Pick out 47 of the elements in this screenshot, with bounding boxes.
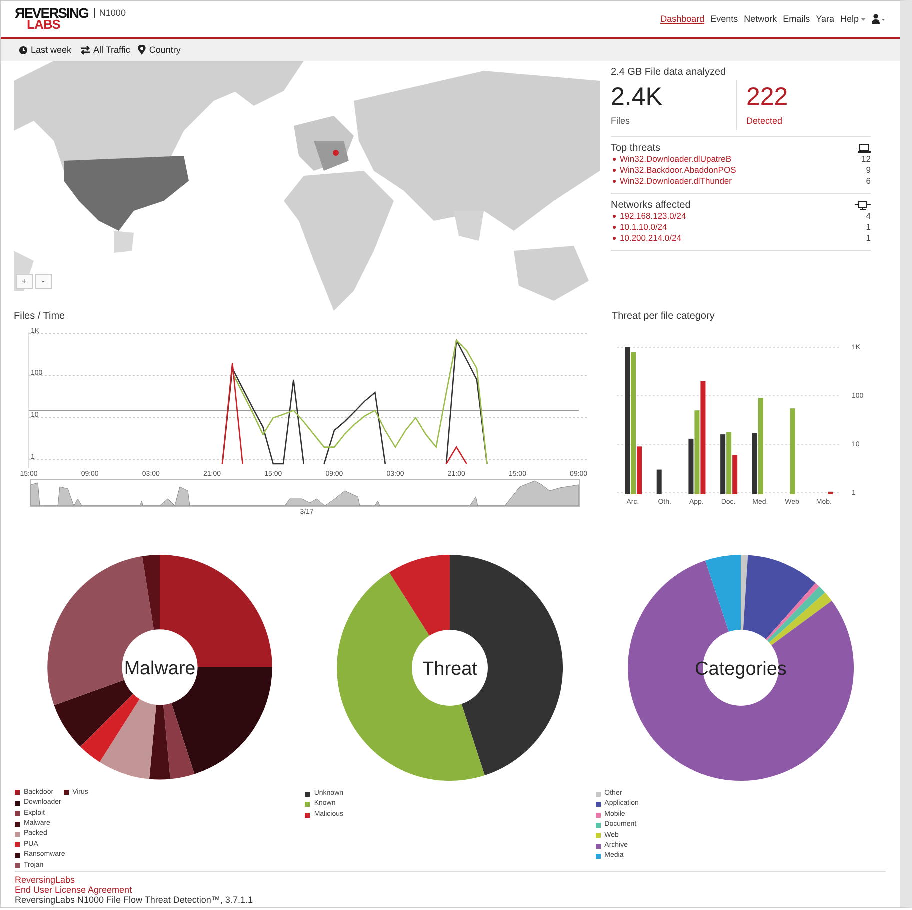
- product-name: N1000: [94, 8, 126, 18]
- filter-button[interactable]: Last week: [19, 45, 72, 55]
- footer-text: ReversingLabs N1000 File Flow Threat Detection™, 3.7.1.1: [15, 895, 254, 905]
- count: 1: [866, 233, 871, 244]
- clock-icon: [19, 46, 28, 54]
- count: 4: [866, 211, 871, 222]
- nav-link[interactable]: Yara: [816, 14, 834, 24]
- filter-button[interactable]: All Traffic: [80, 45, 130, 55]
- detected-label: Detected: [746, 116, 784, 126]
- nav-link[interactable]: Emails: [783, 14, 810, 24]
- list-link[interactable]: Win32.Backdoor.AbaddonPOS: [611, 165, 736, 176]
- list-link[interactable]: 10.1.10.0/24: [611, 222, 668, 233]
- zoom-in-button[interactable]: +: [16, 274, 33, 289]
- list-link[interactable]: 10.200.214.0/24: [611, 233, 682, 244]
- detected-count: 222: [746, 82, 790, 112]
- list-link[interactable]: Win32.Downloader.dlUpatreB: [611, 154, 732, 165]
- pie-label: Threat: [422, 659, 478, 680]
- footer-link[interactable]: End User License Agreement: [15, 885, 886, 895]
- laptop-icon: [858, 144, 871, 153]
- count: 1: [866, 222, 871, 233]
- summary-title: 2.4 GB File data analyzed: [611, 67, 728, 78]
- swap-arrows-icon: [80, 46, 91, 54]
- logo: ЯEVERSING LABS: [15, 8, 88, 30]
- section-title: Networks affected: [611, 200, 691, 211]
- list-link[interactable]: 192.168.123.0/24: [611, 211, 686, 222]
- location-pin-icon: [138, 45, 146, 55]
- nav-link[interactable]: Network: [744, 14, 778, 24]
- filter-button[interactable]: Country: [138, 45, 181, 55]
- count: 6: [866, 176, 871, 187]
- network-icon: [855, 201, 871, 210]
- user-menu-button[interactable]: [872, 14, 886, 24]
- chart-title: Files / Time: [14, 311, 66, 322]
- footer-link[interactable]: ReversingLabs: [15, 875, 886, 885]
- count: 9: [866, 165, 871, 176]
- files-count: 2.4K: [611, 82, 664, 112]
- nav-link[interactable]: Events: [710, 14, 738, 24]
- pie-label: Malware: [124, 658, 196, 680]
- zoom-out-button[interactable]: -: [35, 274, 52, 289]
- nav-link[interactable]: Dashboard: [660, 14, 705, 24]
- bar: [656, 470, 662, 494]
- nav-link[interactable]: Help: [840, 14, 859, 24]
- list-link[interactable]: Win32.Downloader.dlThunder: [611, 176, 732, 187]
- count: 12: [862, 154, 871, 165]
- section-title: Top threats: [611, 143, 660, 154]
- bar: [828, 492, 834, 494]
- files-label: Files: [611, 116, 632, 126]
- chart-title: Threat per file category: [612, 311, 716, 322]
